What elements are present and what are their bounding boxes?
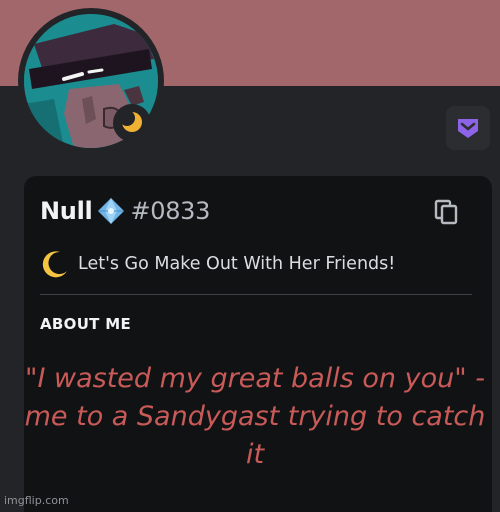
discriminator: #0833	[130, 197, 211, 225]
idle-moon-icon	[120, 110, 142, 132]
watermark: imgflip.com	[4, 494, 69, 507]
crystal-diamond-icon	[98, 198, 125, 224]
custom-status: Let's Go Make Out With Her Friends!	[40, 248, 395, 280]
nitro-badge[interactable]	[446, 106, 490, 150]
nitro-badge-icon	[458, 119, 478, 138]
username: Null	[40, 197, 93, 225]
crescent-moon-icon	[42, 251, 67, 278]
username-row: Null #0833	[40, 194, 210, 228]
about-me-text: "I wasted my great balls on you" - me to…	[24, 363, 486, 470]
copy-icon[interactable]	[432, 198, 460, 226]
section-divider	[40, 294, 472, 295]
custom-status-text: Let's Go Make Out With Her Friends!	[78, 254, 396, 274]
about-me-heading: ABOUT ME	[40, 315, 132, 333]
